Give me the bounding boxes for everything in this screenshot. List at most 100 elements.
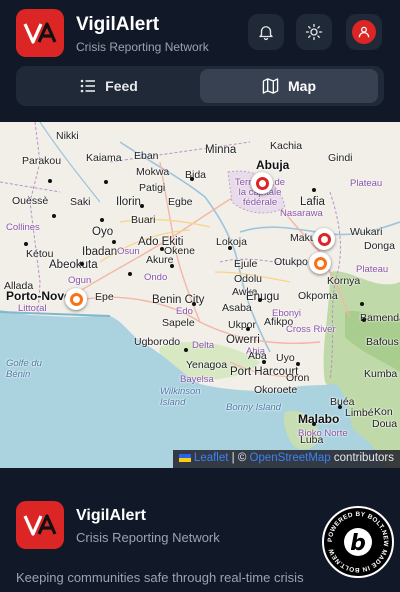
place-label: Odolu — [234, 273, 263, 285]
city-dot — [262, 360, 266, 364]
city-dot — [338, 405, 342, 409]
city-dot — [192, 302, 196, 306]
app-subtitle: Crisis Reporting Network — [76, 40, 209, 54]
place-label: Bida — [185, 169, 207, 181]
region-label: Bayelsa — [180, 374, 214, 385]
city-dot — [258, 298, 262, 302]
incident-map[interactable]: Nikki Parakou Kaiama Eban Mokwa Minna Ka… — [0, 122, 400, 468]
bell-icon — [259, 26, 273, 41]
region-label: Plateau — [356, 264, 389, 275]
place-label: Kon — [374, 406, 393, 418]
tab-feed-label: Feed — [105, 78, 138, 94]
place-label: Owerri — [226, 334, 260, 346]
city-dot — [312, 422, 316, 426]
place-label: Kachia — [270, 140, 303, 152]
incident-marker[interactable] — [251, 172, 273, 194]
map-attribution: Leaflet | © OpenStreetMap contributors — [172, 450, 400, 468]
region-label: Ondo — [144, 272, 168, 283]
footer-description: Keeping communities safe through real-ti… — [16, 570, 304, 592]
place-label: Parakou — [22, 155, 62, 167]
bolt-badge[interactable]: POWERED BY BOLT.NEW MADE IN BOLT.NEW b — [322, 506, 394, 578]
place-label: Epe — [95, 291, 114, 303]
region-label: Edo — [176, 306, 193, 317]
place-label: Saki — [70, 196, 91, 208]
region-label: Littoral — [18, 303, 47, 314]
city-dot — [360, 302, 364, 306]
city-dot — [140, 204, 144, 208]
place-label: Okoroete — [254, 384, 298, 396]
bolt-badge-icon: POWERED BY BOLT.NEW MADE IN BOLT.NEW b — [327, 511, 389, 573]
place-label: Malabo — [298, 412, 340, 426]
place-label: Doua — [372, 418, 398, 430]
city-dot — [228, 246, 232, 250]
region-label: Delta — [192, 340, 215, 351]
place-label: Yenagoa — [186, 359, 228, 371]
place-label: Ilorin — [116, 196, 141, 208]
place-label: Oyo — [92, 226, 114, 238]
place-label: Eban — [134, 150, 159, 162]
app-logo[interactable] — [16, 9, 64, 57]
place-label: Asaba — [222, 302, 252, 314]
place-label: Bafous — [366, 336, 399, 348]
ukraine-flag-icon — [178, 454, 191, 462]
city-dot — [100, 218, 104, 222]
city-dot — [80, 262, 84, 266]
place-label: Kumba — [364, 368, 398, 380]
tab-feed[interactable]: Feed — [20, 69, 198, 103]
place-label: Minna — [205, 144, 237, 156]
city-dot — [48, 179, 52, 183]
place-label: Abeokuta — [49, 259, 98, 271]
city-dot — [312, 188, 316, 192]
incident-marker[interactable] — [65, 288, 87, 310]
place-label: Lafia — [300, 196, 325, 208]
place-label: Kornya — [327, 275, 361, 287]
city-dot — [52, 214, 56, 218]
app-footer: VigilAlert Crisis Reporting Network Keep… — [0, 468, 400, 592]
app-header: VigilAlert Crisis Reporting Network Feed… — [0, 0, 400, 120]
city-dot — [24, 242, 28, 246]
city-dot — [184, 348, 188, 352]
city-dot — [128, 272, 132, 276]
leaflet-link[interactable]: Leaflet — [194, 452, 229, 464]
place-label: Okpoma — [298, 290, 338, 302]
map-icon — [262, 78, 279, 94]
attribution-suffix: contributors — [333, 452, 394, 464]
sun-icon — [305, 23, 323, 41]
logo-icon — [23, 514, 57, 536]
notifications-button[interactable] — [248, 14, 284, 50]
footer-title: VigilAlert — [76, 507, 146, 524]
tab-map[interactable]: Map — [200, 69, 378, 103]
region-label: Collines — [6, 222, 40, 233]
place-label: Ukpor — [228, 319, 257, 331]
place-label: Luba — [300, 434, 324, 446]
water-label: Bonny Island — [226, 402, 281, 413]
logo-icon — [23, 22, 57, 44]
city-dot — [362, 318, 366, 322]
city-dot — [160, 247, 164, 251]
place-label: Wukari — [350, 226, 383, 238]
region-label: Cross River — [286, 324, 336, 335]
incident-marker[interactable] — [309, 252, 331, 274]
user-menu-button[interactable] — [346, 14, 382, 50]
list-icon — [80, 79, 96, 93]
place-label: Ouèssè — [12, 195, 49, 207]
place-label: Kaiama — [86, 152, 122, 164]
place-label: Limbé — [345, 407, 374, 419]
place-label: Uyo — [276, 352, 295, 364]
app-title: VigilAlert — [76, 14, 160, 35]
footer-logo — [16, 501, 64, 549]
attribution-separator: | © — [231, 452, 247, 464]
theme-toggle-button[interactable] — [296, 14, 332, 50]
city-dot — [170, 264, 174, 268]
incident-marker[interactable] — [313, 228, 335, 250]
city-dot — [190, 177, 194, 181]
city-dot — [104, 180, 108, 184]
water-label: Wilkinson Island — [160, 386, 201, 408]
place-label: Nikki — [56, 130, 79, 142]
city-dot — [112, 240, 116, 244]
footer-subtitle: Crisis Reporting Network — [76, 530, 220, 545]
place-label: Otukpo — [274, 256, 308, 268]
osm-link[interactable]: OpenStreetMap — [250, 452, 331, 464]
place-label: Sapele — [162, 317, 195, 329]
place-label: Ugborodo — [134, 336, 181, 348]
